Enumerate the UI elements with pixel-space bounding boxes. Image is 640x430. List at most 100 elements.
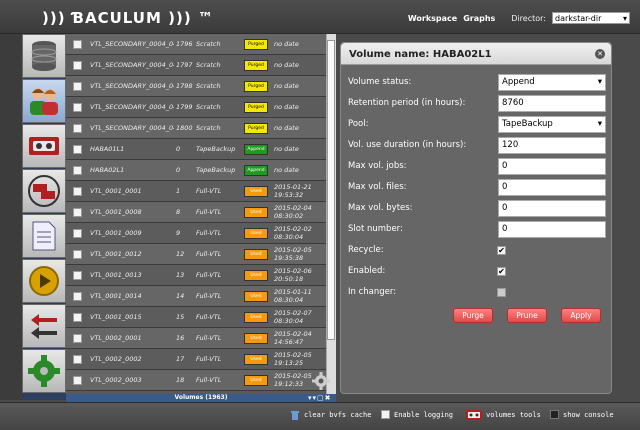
show-console-checkbox[interactable] — [550, 410, 559, 419]
table-row[interactable]: VTL_SECONDARY_0004_04481798Scratch Purged… — [66, 76, 326, 97]
field-input[interactable]: 8760 — [498, 94, 606, 112]
close-icon[interactable]: ✕ — [595, 49, 605, 59]
table-footer-controls[interactable]: ▾▾▢✖ — [308, 394, 332, 402]
volume-pool: Full-VTL — [196, 292, 222, 300]
field-checkbox[interactable]: ✔ — [497, 245, 506, 255]
sidebar-settings-button[interactable] — [22, 349, 66, 393]
status-badge: Purged — [244, 122, 268, 134]
table-row[interactable]: VTL_0001_0008 8 Full-VTL Used 2015-02-04 08:… — [66, 202, 326, 223]
clear-cache-control[interactable]: clear bvfs cache — [290, 410, 371, 420]
table-row[interactable]: VTL_0002_0002 17 Full-VTL Used 2015-02-05 19… — [66, 349, 326, 370]
table-row[interactable]: VTL_0002_0003 18 Full-VTL Used 2015-02-05 19… — [66, 370, 326, 391]
volume-pool: Scratch — [196, 61, 221, 69]
prune-button[interactable]: Prune — [507, 308, 547, 323]
table-row[interactable]: VTL_SECONDARY_0004_04471797Scratch Purged… — [66, 55, 326, 76]
sidebar-volumes-button[interactable] — [22, 124, 66, 168]
table-row[interactable]: VTL_SECONDARY_0004_04461796Scratch Purged… — [66, 34, 326, 55]
scroll-thumb[interactable] — [327, 40, 335, 340]
row-checkbox[interactable] — [72, 207, 82, 217]
row-checkbox[interactable] — [72, 144, 82, 154]
row-select-cell — [66, 333, 88, 343]
table-row[interactable]: VTL_0001_0015 15 Full-VTL Used 2015-02-07 08… — [66, 307, 326, 328]
volumes-tools-control[interactable]: volumes tools — [466, 410, 541, 420]
panel-title: Volume name: HABA02L1 — [341, 43, 611, 65]
volume-slot: 1796 — [176, 40, 193, 48]
row-checkbox[interactable] — [72, 228, 82, 238]
row-checkbox[interactable] — [72, 270, 82, 280]
row-checkbox[interactable] — [72, 312, 82, 322]
table-row[interactable]: VTL_0001_0009 9 Full-VTL Used 2015-02-02 08:… — [66, 223, 326, 244]
sidebar-pools-button[interactable] — [22, 169, 66, 213]
field-label: Max vol. bytes: — [348, 203, 413, 213]
enable-logging-control[interactable]: Enable logging — [381, 410, 453, 419]
volume-name: VTL_0001_0001 — [90, 187, 142, 195]
row-checkbox[interactable] — [72, 81, 82, 91]
panel-field: In changer: — [348, 283, 606, 301]
row-checkbox[interactable] — [72, 165, 82, 175]
row-checkbox[interactable] — [72, 333, 82, 343]
field-input[interactable]: 0 — [498, 178, 606, 196]
row-checkbox[interactable] — [72, 291, 82, 301]
sidebar-jobs-button[interactable] — [22, 214, 66, 258]
field-input[interactable]: 120 — [498, 136, 606, 154]
volume-name: VTL_SECONDARY_0004_0447 — [90, 61, 174, 69]
row-checkbox[interactable] — [72, 375, 82, 385]
status-badge: Purged — [244, 80, 268, 92]
graphs-link[interactable]: Graphs — [463, 14, 495, 23]
volume-slot: 9 — [176, 229, 181, 237]
enable-logging-checkbox[interactable] — [381, 410, 390, 419]
field-input[interactable]: 0 — [498, 199, 606, 217]
volume-pool: Full-VTL — [196, 250, 222, 258]
play-icon — [29, 266, 59, 296]
panel-field: Pool: TapeBackup ▾ — [348, 115, 606, 133]
table-row[interactable]: VTL_0001_0013 13 Full-VTL Used 2015-02-06 20… — [66, 265, 326, 286]
row-checkbox[interactable] — [72, 354, 82, 364]
row-select-cell — [66, 375, 88, 385]
table-row[interactable]: HABA02L1 0 TapeBackup Append no date — [66, 160, 326, 181]
table-row[interactable]: HABA01L1 0 TapeBackup Append no date — [66, 139, 326, 160]
table-row[interactable]: VTL_SECONDARY_0004_04501800Scratch Purged… — [66, 118, 326, 139]
row-checkbox[interactable] — [72, 186, 82, 196]
volume-status-cell: Purged — [240, 80, 272, 92]
sidebar-restore-button[interactable] — [22, 304, 66, 348]
row-checkbox[interactable] — [72, 39, 82, 49]
field-select[interactable]: Append ▾ — [498, 73, 606, 91]
sidebar-run-button[interactable] — [22, 259, 66, 303]
field-checkbox[interactable] — [497, 287, 506, 297]
show-console-control[interactable]: show console — [550, 410, 614, 419]
field-input[interactable]: 0 — [498, 220, 606, 238]
row-checkbox[interactable] — [72, 102, 82, 112]
status-badge: Used — [244, 353, 268, 365]
volume-pool: Full-VTL — [196, 208, 222, 216]
field-checkbox[interactable]: ✔ — [497, 266, 506, 276]
row-checkbox[interactable] — [72, 249, 82, 259]
table-row[interactable]: VTL_0001_0012 12 Full-VTL Used 2015-02-05 19… — [66, 244, 326, 265]
row-checkbox[interactable] — [72, 123, 82, 133]
field-label: Max vol. jobs: — [348, 161, 407, 171]
tape-icon — [29, 137, 59, 155]
chevron-down-icon: ▾ — [597, 77, 602, 87]
volumes-tools-label: volumes tools — [486, 411, 541, 419]
sidebar-storage-button[interactable] — [22, 34, 66, 78]
field-input[interactable]: 0 — [498, 157, 606, 175]
table-row[interactable]: VTL_0002_0001 16 Full-VTL Used 2015-02-04 14… — [66, 328, 326, 349]
volume-status-cell: Purged — [240, 38, 272, 50]
row-select-cell — [66, 39, 88, 49]
volume-pool: Scratch — [196, 124, 221, 132]
table-settings-gear-icon[interactable] — [312, 372, 330, 390]
sidebar-clients-button[interactable] — [22, 79, 66, 123]
director-select[interactable]: darkstar-dir ▾ — [552, 12, 630, 24]
volume-slot: 15 — [176, 313, 185, 321]
row-checkbox[interactable] — [72, 60, 82, 70]
table-row[interactable]: VTL_0001_0014 14 Full-VTL Used 2015-01-11 08… — [66, 286, 326, 307]
database-icon — [31, 41, 57, 71]
table-row[interactable]: VTL_SECONDARY_0004_04491799Scratch Purged… — [66, 97, 326, 118]
table-row[interactable]: VTL_0001_0001 1 Full-VTL Used 2015-01-21 19:… — [66, 181, 326, 202]
apply-button[interactable]: Apply — [561, 308, 601, 323]
workspace-link[interactable]: Workspace — [408, 14, 457, 23]
volume-pool: Full-VTL — [196, 376, 222, 384]
purge-button[interactable]: Purge — [453, 308, 493, 323]
field-select[interactable]: TapeBackup ▾ — [498, 115, 606, 133]
table-scrollbar[interactable] — [326, 34, 336, 394]
volume-name: VTL_0002_0002 — [90, 355, 142, 363]
